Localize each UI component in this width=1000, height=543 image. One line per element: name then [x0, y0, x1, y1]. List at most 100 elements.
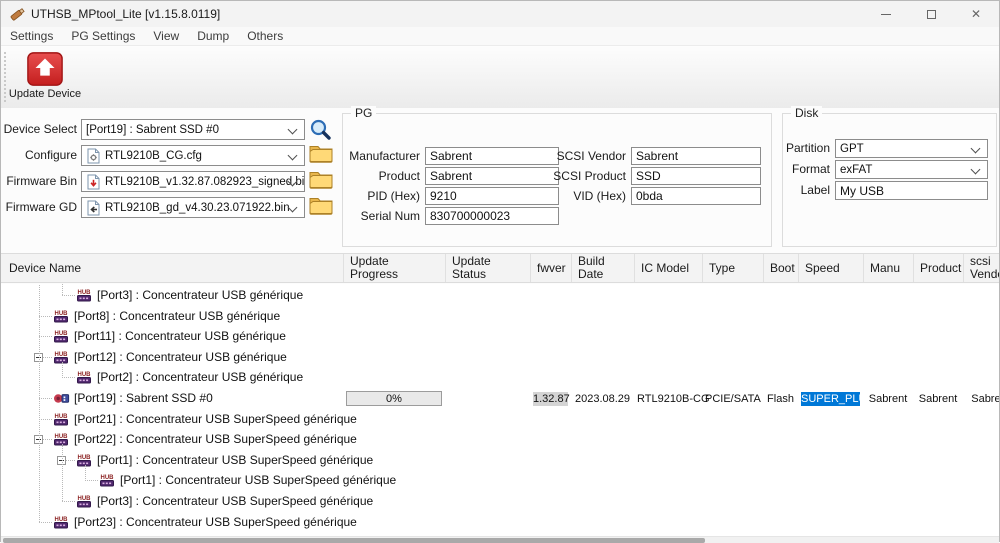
tree-connector	[62, 284, 63, 295]
tree-connector	[39, 398, 52, 399]
tree-connector	[62, 444, 63, 501]
tree-row-port23[interactable]: HUB[Port23] : Concentrateur USB SuperSpe…	[1, 512, 999, 533]
column-header-product[interactable]: Product	[914, 254, 964, 282]
disk-groupbox: Disk PartitionGPTFormatexFATLabelMy USB	[782, 113, 997, 247]
tree-row-port11[interactable]: HUB [Port11] : Concentrateur USB génériqu…	[1, 326, 999, 347]
cell-speed: SUPER_PLUS	[801, 392, 860, 406]
hub-icon: HUB	[76, 288, 93, 302]
tree-row-port3[interactable]: HUB [Port3] : Concentrateur USB SuperSpee…	[1, 491, 999, 512]
device-grid-header: Device NameUpdate ProgressUpdate Statusf…	[1, 253, 999, 283]
cell-manu: Sabrent	[866, 392, 910, 406]
column-header-build-date[interactable]: Build Date	[572, 254, 635, 282]
scsi-vendor-input[interactable]: Sabrent	[631, 147, 761, 165]
usb-icon	[53, 391, 70, 405]
field-label-firmware-gd: Firmware GD	[1, 197, 77, 218]
manufacturer-input[interactable]: Sabrent	[425, 147, 559, 165]
hub-icon: HUB	[99, 473, 116, 487]
tree-row-port3[interactable]: HUB[Port3] : Concentrateur USB générique	[1, 285, 999, 306]
hub-icon: HUB	[76, 494, 93, 508]
device-config-panel: Device Select[Port19] : Sabrent SSD #0Co…	[1, 107, 341, 253]
cell-boot: Flash	[766, 392, 795, 406]
open-folder-button[interactable]	[309, 170, 335, 194]
update-device-icon	[26, 50, 64, 88]
update-device-button[interactable]: Update Device	[7, 48, 83, 106]
column-header-type[interactable]: Type	[703, 254, 764, 282]
column-header-manu[interactable]: Manu	[864, 254, 914, 282]
column-header-fwver[interactable]: fwver	[531, 254, 572, 282]
field-label-vid-hex: VID (Hex)	[543, 187, 626, 205]
cell-type: PCIE/SATA	[705, 392, 760, 406]
bin-file-icon	[86, 174, 101, 190]
device-select-combo[interactable]: [Port19] : Sabrent SSD #0	[81, 119, 305, 140]
chevron-down-icon	[971, 165, 981, 175]
label-input[interactable]: My USB	[835, 181, 988, 200]
hub-icon: HUB	[53, 412, 70, 426]
cfg-file-icon	[86, 148, 101, 164]
serial-num-input[interactable]: 830700000023	[425, 207, 559, 225]
minimize-button[interactable]	[863, 1, 909, 27]
column-header-update-progress[interactable]: Update Progress	[344, 254, 446, 282]
menu-bar: SettingsPG SettingsViewDumpOthers	[1, 27, 999, 45]
minimize-icon	[881, 14, 891, 15]
tree-row-label: [Port23] : Concentrateur USB SuperSpeed …	[74, 512, 357, 533]
menu-item-settings[interactable]: Settings	[1, 27, 62, 45]
column-header-scsi-vendor[interactable]: scsi Vendor	[964, 254, 999, 282]
close-button[interactable]: ✕	[953, 1, 999, 27]
tree-row-port1[interactable]: HUB[Port1] : Concentrateur USB SuperSpee…	[1, 450, 999, 471]
firmware-bin-combo[interactable]: RTL9210B_v1.32.87.082923_signed.bin	[81, 171, 305, 192]
hub-icon: HUB	[53, 329, 70, 343]
field-label-scsi-product: SCSI Product	[543, 167, 626, 185]
tree-row-port12[interactable]: HUB[Port12] : Concentrateur USB génériqu…	[1, 347, 999, 368]
tree-row-port22[interactable]: HUB[Port22] : Concentrateur USB SuperSpe…	[1, 429, 999, 450]
cell-fwver: 1.32.87	[533, 392, 568, 406]
format-combo[interactable]: exFAT	[835, 160, 988, 179]
chevron-down-icon	[288, 125, 298, 135]
tree-row-label: [Port22] : Concentrateur USB SuperSpeed …	[74, 429, 357, 450]
partition-combo[interactable]: GPT	[835, 139, 988, 158]
column-header-boot[interactable]: Boot	[764, 254, 799, 282]
scrollbar-thumb[interactable]	[3, 538, 705, 543]
cell-ic-model: RTL9210B-CG	[637, 392, 699, 406]
scsi-product-input[interactable]: SSD	[631, 167, 761, 185]
hub-icon: HUB	[76, 370, 93, 384]
tree-row-port19[interactable]: [Port19] : Sabrent SSD #00%1.32.872023.0…	[1, 388, 999, 409]
field-label-device-select: Device Select	[1, 119, 77, 140]
product-input[interactable]: Sabrent	[425, 167, 559, 185]
pg-groupbox: PG ManufacturerSabrentProductSabrentPID …	[342, 113, 772, 247]
menu-item-view[interactable]: View	[144, 27, 188, 45]
device-tree: HUB[Port3] : Concentrateur USB générique…	[1, 284, 999, 536]
column-header-speed[interactable]: Speed	[799, 254, 864, 282]
tree-row-label: [Port3] : Concentrateur USB SuperSpeed g…	[97, 491, 373, 512]
column-header-device-name[interactable]: Device Name	[1, 254, 344, 282]
cell-build-date: 2023.08.29	[574, 392, 631, 406]
open-folder-button[interactable]	[309, 144, 335, 168]
menu-item-others[interactable]: Others	[238, 27, 292, 45]
menu-item-dump[interactable]: Dump	[188, 27, 238, 45]
pid-hex-input[interactable]: 9210	[425, 187, 559, 205]
field-label-pid-hex: PID (Hex)	[343, 187, 420, 205]
tree-row-port21[interactable]: HUB[Port21] : Concentrateur USB SuperSpe…	[1, 409, 999, 430]
combo-value: [Port19] : Sabrent SSD #0	[86, 124, 219, 136]
menu-item-pg-settings[interactable]: PG Settings	[62, 27, 144, 45]
title-bar: UTHSB_MPtool_Lite [v1.15.8.0119] ✕	[1, 1, 999, 27]
gd-file-icon	[86, 200, 101, 216]
column-header-update-status[interactable]: Update Status	[446, 254, 531, 282]
configure-combo[interactable]: RTL9210B_CG.cfg	[81, 145, 305, 166]
firmware-gd-combo[interactable]: RTL9210B_gd_v4.30.23.071922.bin	[81, 197, 305, 218]
open-folder-button[interactable]	[309, 196, 335, 220]
update-device-label: Update Device	[7, 88, 83, 100]
maximize-button[interactable]	[908, 1, 954, 27]
vid-hex-input[interactable]: 0bda	[631, 187, 761, 205]
search-icon[interactable]	[309, 118, 335, 142]
tree-row-label: [Port11] : Concentrateur USB générique	[74, 326, 286, 347]
app-icon	[10, 6, 26, 22]
field-label-partition: Partition	[783, 139, 830, 158]
tree-row-port8[interactable]: HUB[Port8] : Concentrateur USB générique	[1, 306, 999, 327]
tree-row-label: [Port2] : Concentrateur USB générique	[97, 367, 303, 388]
app-window: UTHSB_MPtool_Lite [v1.15.8.0119] ✕ Setti…	[0, 0, 1000, 542]
tree-row-port1[interactable]: HUB[Port1] : Concentrateur USB SuperSpee…	[1, 470, 999, 491]
tree-row-port2[interactable]: HUB [Port2] : Concentrateur USB générique	[1, 367, 999, 388]
combo-value: GPT	[840, 143, 864, 155]
tree-connector	[39, 419, 52, 420]
column-header-ic-model[interactable]: IC Model	[635, 254, 703, 282]
